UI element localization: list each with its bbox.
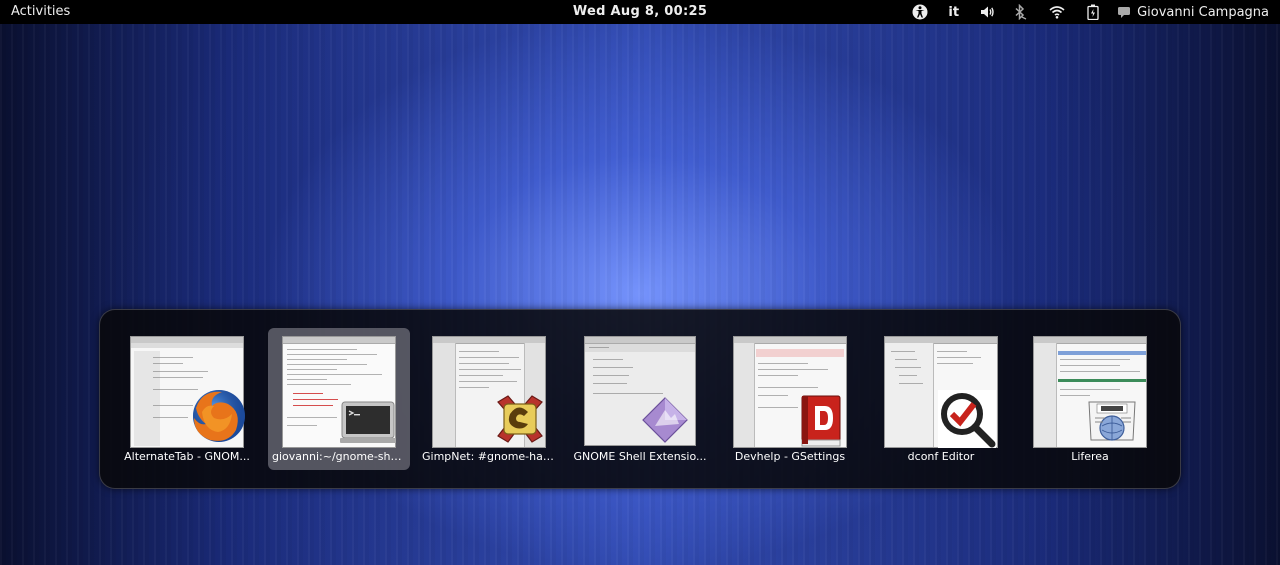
dconf-editor-icon: [938, 390, 996, 448]
extension-prefs-icon: [642, 397, 688, 443]
switcher-item[interactable]: Devhelp - GSettings: [719, 328, 861, 470]
wifi-icon[interactable]: [1049, 0, 1065, 24]
volume-icon[interactable]: [979, 0, 995, 24]
user-menu[interactable]: Giovanni Campagna: [1137, 5, 1269, 20]
top-panel: Activities Wed Aug 8, 00:25 it Giovanni …: [0, 0, 1280, 24]
terminal-icon: [340, 401, 396, 443]
alt-tab-switcher: AlternateTab - GNOM... giovanni:~/gnome-…: [99, 309, 1181, 489]
bluetooth-icon[interactable]: [1013, 0, 1027, 24]
switcher-item[interactable]: dconf Editor: [870, 328, 1012, 470]
accessibility-icon[interactable]: [912, 0, 928, 24]
chat-status-icon[interactable]: [1117, 0, 1131, 24]
xchat-icon: [497, 395, 543, 443]
keyboard-layout-indicator[interactable]: it: [948, 0, 959, 24]
switcher-item[interactable]: GimpNet: #gnome-hac...: [418, 328, 560, 470]
window-title: AlternateTab - GNOM...: [124, 450, 250, 463]
window-title: dconf Editor: [907, 450, 975, 463]
liferea-icon: [1088, 401, 1136, 441]
window-title: GimpNet: #gnome-hac...: [422, 450, 560, 463]
system-tray: it Giovanni Campagna: [906, 0, 1280, 24]
firefox-icon: [193, 390, 245, 442]
battery-icon[interactable]: [1087, 0, 1099, 24]
window-title: giovanni:~/gnome-shell...: [272, 450, 410, 463]
switcher-item[interactable]: AlternateTab - GNOM...: [116, 328, 258, 470]
switcher-item-selected[interactable]: giovanni:~/gnome-shell...: [268, 328, 410, 470]
devhelp-icon: [801, 395, 841, 447]
window-title: GNOME Shell Extensio...: [573, 450, 707, 463]
switcher-item[interactable]: GNOME Shell Extensio...: [569, 328, 711, 470]
window-title: Liferea: [1071, 450, 1109, 463]
switcher-item[interactable]: Liferea: [1019, 328, 1161, 470]
window-title: Devhelp - GSettings: [734, 450, 846, 463]
